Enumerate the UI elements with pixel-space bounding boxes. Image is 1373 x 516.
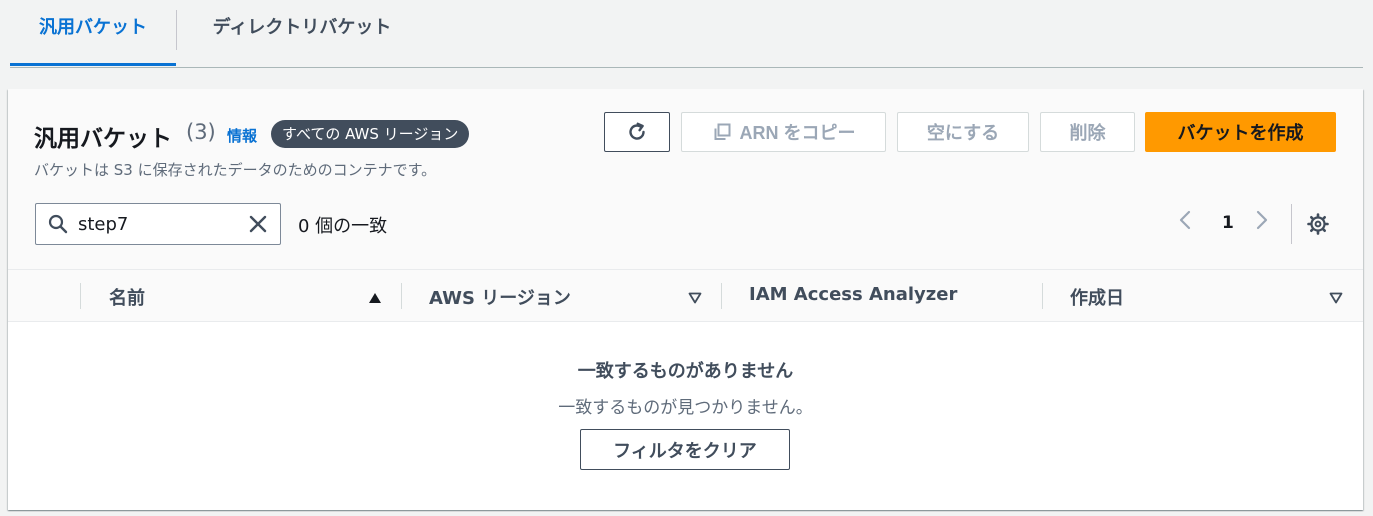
- column-divider: [401, 283, 402, 309]
- create-bucket-button[interactable]: バケットを作成: [1145, 112, 1336, 152]
- search-icon: [48, 214, 68, 238]
- panel-title: 汎用バケット: [34, 126, 172, 152]
- tab-directory-buckets[interactable]: ディレクトリバケット: [192, 0, 412, 66]
- previous-page-icon[interactable]: [1178, 209, 1192, 235]
- buckets-panel: 汎用バケット (3) 情報 すべての AWS リージョン バケットは S3 に保…: [8, 89, 1363, 510]
- current-page-number[interactable]: 1: [1222, 213, 1234, 233]
- delete-bucket-button[interactable]: 削除: [1040, 112, 1135, 152]
- tab-general-purpose-buckets[interactable]: 汎用バケット: [10, 0, 176, 66]
- bucket-tabs: 汎用バケット ディレクトリバケット: [10, 0, 1363, 68]
- sort-ascending-icon[interactable]: [368, 289, 382, 308]
- panel-description: バケットは S3 に保存されたデータのためのコンテナです。: [34, 161, 437, 179]
- settings-gear-icon[interactable]: [1306, 212, 1330, 240]
- column-divider: [1042, 283, 1043, 309]
- next-page-icon[interactable]: [1255, 209, 1269, 235]
- search-input[interactable]: [78, 210, 238, 238]
- copy-arn-button[interactable]: ARN をコピー: [681, 112, 886, 152]
- column-header-region[interactable]: AWS リージョン: [429, 284, 571, 310]
- refresh-icon: [626, 121, 648, 143]
- match-count: 0 個の一致: [298, 216, 388, 237]
- clear-search-icon[interactable]: [248, 214, 268, 238]
- pagination-divider: [1291, 204, 1292, 244]
- table-header: 名前 AWS リージョン IAM Access Analyzer 作成日: [8, 269, 1363, 322]
- info-link[interactable]: 情報: [227, 125, 257, 146]
- bucket-count: (3): [186, 120, 216, 144]
- clear-filter-button[interactable]: フィルタをクリア: [580, 429, 790, 470]
- empty-state-subtitle: 一致するものが見つかりません。: [558, 398, 813, 418]
- empty-bucket-button[interactable]: 空にする: [897, 112, 1029, 152]
- copy-arn-label: ARN をコピー: [739, 123, 856, 143]
- column-header-name[interactable]: 名前: [109, 284, 145, 310]
- sort-descending-icon[interactable]: [688, 289, 702, 308]
- panel-header: 汎用バケット (3) 情報 すべての AWS リージョン バケットは S3 に保…: [8, 89, 1363, 269]
- region-badge: すべての AWS リージョン: [271, 120, 470, 148]
- tab-divider: [176, 10, 177, 50]
- empty-state-title: 一致するものがありません: [577, 361, 794, 382]
- column-divider: [80, 283, 81, 309]
- column-header-created[interactable]: 作成日: [1070, 284, 1124, 310]
- refresh-button[interactable]: [604, 112, 670, 152]
- search-box: [35, 203, 281, 245]
- copy-icon: [712, 122, 732, 142]
- sort-descending-icon[interactable]: [1329, 289, 1343, 308]
- column-divider: [721, 283, 722, 309]
- column-header-iam-access-analyzer[interactable]: IAM Access Analyzer: [749, 284, 957, 305]
